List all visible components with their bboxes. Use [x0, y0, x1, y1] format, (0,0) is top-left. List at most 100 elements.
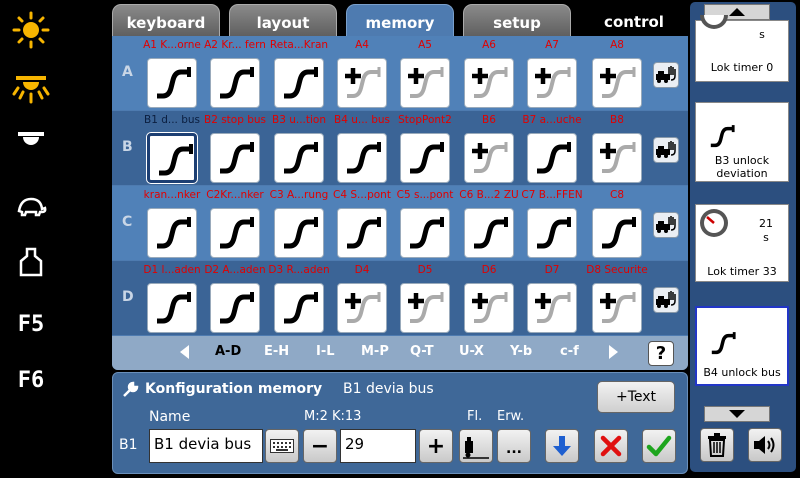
page-e-h[interactable]: E-H	[264, 344, 289, 359]
page-c-f[interactable]: c-f	[560, 344, 579, 359]
memory-slot-b4[interactable]	[337, 133, 387, 183]
name-field[interactable]: B1 devia bus	[149, 429, 263, 463]
add-plus-icon	[472, 142, 508, 173]
memory-slot-a5[interactable]	[400, 58, 450, 108]
memory-slot-b2[interactable]	[210, 133, 260, 183]
tab-layout[interactable]: layout	[229, 4, 337, 40]
move-down-button[interactable]	[545, 429, 579, 463]
memory-slot-d2[interactable]	[210, 283, 260, 333]
memory-slot-d6[interactable]	[464, 283, 514, 333]
f5-button[interactable]: F5	[8, 302, 54, 346]
tab-memory[interactable]: memory	[346, 4, 454, 40]
sun-bright-icon[interactable]	[8, 8, 54, 52]
memory-slot-a2[interactable]	[210, 58, 260, 108]
slot-label: A7	[545, 39, 559, 51]
add-text-button[interactable]: +Text	[597, 381, 675, 413]
row-train-button[interactable]	[653, 137, 679, 163]
slot-label: D4	[354, 264, 370, 276]
timer-unit: s	[763, 231, 769, 244]
f6-button[interactable]: F6	[8, 358, 54, 402]
memory-slot-b6[interactable]	[464, 133, 514, 183]
train-hand-icon	[656, 216, 676, 233]
page-next-icon[interactable]	[609, 345, 618, 359]
list-item-lok-timer-33[interactable]: 21 s Lok timer 33	[695, 204, 789, 282]
slot-label: C3 A...rung	[269, 189, 329, 201]
memory-slot-d3[interactable]	[274, 283, 324, 333]
ok-button[interactable]	[642, 429, 676, 463]
sun-dim-icon[interactable]	[8, 66, 54, 110]
page-prev-icon[interactable]	[180, 345, 189, 359]
memory-slot-c5[interactable]	[400, 208, 450, 258]
memory-slot-a8[interactable]	[592, 58, 642, 108]
memory-slot-a7[interactable]	[527, 58, 577, 108]
memory-slot-d8[interactable]	[592, 283, 642, 333]
tab-setup[interactable]: setup	[463, 4, 571, 40]
memory-slot-c1[interactable]	[147, 208, 197, 258]
slot-label: D2 A...aden	[204, 264, 266, 276]
cancel-button[interactable]	[594, 429, 628, 463]
slot-label: D7	[544, 264, 560, 276]
route-icon	[157, 217, 191, 249]
memory-slot-b1[interactable]	[147, 133, 197, 183]
scroll-down-button[interactable]	[704, 406, 770, 422]
page-y-b[interactable]: Y-b	[510, 344, 532, 359]
minus-icon: −	[310, 433, 330, 459]
page-a-d[interactable]: A-D	[215, 344, 241, 359]
list-item-b3-unlock-deviation[interactable]: B3 unlock deviation	[695, 102, 789, 182]
route-icon	[410, 142, 444, 174]
add-plus-icon	[600, 67, 636, 98]
page-m-p[interactable]: M-P	[361, 344, 389, 359]
memory-slot-c6[interactable]	[464, 208, 514, 258]
memory-slot-c8[interactable]	[592, 208, 642, 258]
memory-route-icon	[711, 332, 736, 355]
memory-slot-d7[interactable]	[527, 283, 577, 333]
ellipsis-icon: ...	[506, 441, 522, 457]
memory-slot-b8[interactable]	[592, 133, 642, 183]
card-label: B4 unlock bus	[703, 366, 781, 379]
number-field[interactable]: 29	[340, 429, 416, 463]
tab-keyboard[interactable]: keyboard	[112, 4, 220, 40]
row-train-button[interactable]	[653, 212, 679, 238]
memory-slot-b3[interactable]	[274, 133, 324, 183]
weight-icon[interactable]	[8, 240, 54, 284]
dome-light-icon[interactable]	[8, 116, 54, 160]
memory-slot-c4[interactable]	[337, 208, 387, 258]
sound-button[interactable]	[748, 428, 782, 462]
list-item-lok-timer-0[interactable]: s Lok timer 0	[695, 15, 789, 82]
decrement-button[interactable]: −	[303, 429, 337, 463]
memory-slot-c3[interactable]	[274, 208, 324, 258]
function-loco-button[interactable]	[459, 429, 493, 463]
memory-slot-d5[interactable]	[400, 283, 450, 333]
turtle-icon[interactable]	[8, 184, 54, 228]
memory-slot-a3[interactable]	[274, 58, 324, 108]
help-button[interactable]: ?	[648, 341, 674, 366]
keyboard-icon	[270, 439, 294, 453]
memory-slot-b5[interactable]	[400, 133, 450, 183]
memory-route-icon	[710, 125, 735, 148]
memory-slot-d1[interactable]	[147, 283, 197, 333]
list-item-b4-unlock-bus[interactable]: B4 unlock bus	[695, 306, 789, 386]
tab-control[interactable]: control	[580, 4, 688, 40]
page-q-t[interactable]: Q-T	[410, 344, 434, 359]
name-label: Name	[149, 409, 191, 425]
memory-slot-d4[interactable]	[337, 283, 387, 333]
delete-button[interactable]	[700, 428, 734, 462]
memory-slot-a4[interactable]	[337, 58, 387, 108]
page-i-l[interactable]: I-L	[316, 344, 335, 359]
memory-slot-a1[interactable]	[147, 58, 197, 108]
memory-slot-a6[interactable]	[464, 58, 514, 108]
row-train-button[interactable]	[653, 62, 679, 88]
page-u-x[interactable]: U-X	[459, 344, 484, 359]
arrow-down-icon	[729, 410, 745, 418]
memory-slot-c7[interactable]	[527, 208, 577, 258]
memory-slot-c2[interactable]	[210, 208, 260, 258]
keyboard-button[interactable]	[265, 429, 299, 463]
increment-button[interactable]: +	[419, 429, 453, 463]
memory-slot-b7[interactable]	[527, 133, 577, 183]
memory-row-d: D D1 l...aden D2 A...aden D3 R...aden D4 D5 D6…	[112, 261, 688, 335]
route-icon	[410, 217, 444, 249]
card-label: Lok timer 0	[710, 61, 774, 74]
extended-button[interactable]: ...	[497, 429, 531, 463]
row-train-button[interactable]	[653, 287, 679, 313]
arrow-down-icon	[553, 436, 571, 456]
